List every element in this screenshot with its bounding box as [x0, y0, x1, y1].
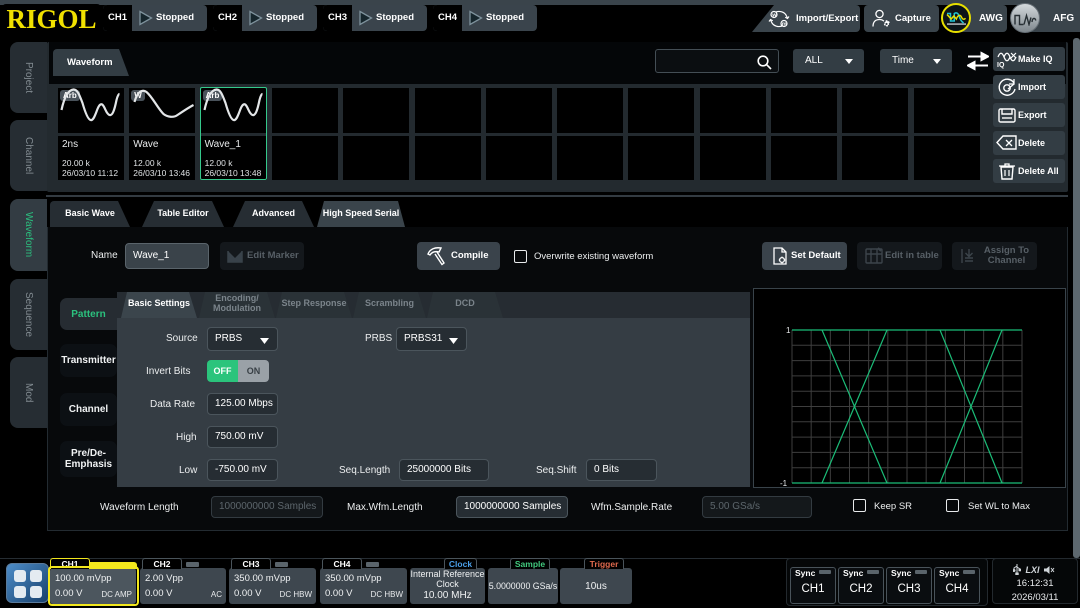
svg-text:IQ: IQ — [997, 62, 1005, 69]
svg-text:-1: -1 — [780, 479, 788, 487]
svg-text:1: 1 — [786, 326, 791, 335]
svg-text:w: w — [771, 13, 777, 19]
svg-text:m: m — [782, 22, 787, 28]
